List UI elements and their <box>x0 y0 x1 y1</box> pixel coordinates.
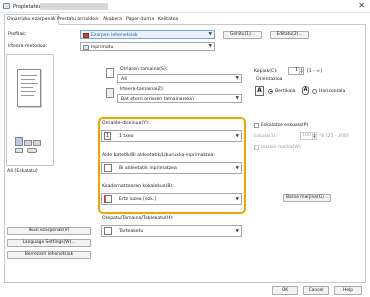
page-size-value: A4 <box>121 76 128 82</box>
edit-profile-button[interactable]: Editatu(2)... <box>270 31 309 39</box>
view-settings-button[interactable]: Ikusi ezarpenak(V) <box>7 227 91 235</box>
chevron-down-icon: ▼ <box>235 133 239 139</box>
binding-location-select[interactable]: Ertz luzea [ezk.] ▼ <box>101 193 242 205</box>
page-size-select[interactable]: A4 ▼ <box>117 74 242 83</box>
output-size-icon <box>106 88 114 98</box>
staple-icon[interactable] <box>33 140 41 146</box>
tab-page-setup[interactable]: Prestatu orrialdea <box>55 15 100 25</box>
ok-button[interactable]: OK <box>272 286 298 295</box>
preview-page <box>17 69 41 107</box>
tab-quality[interactable]: Kalitatea <box>156 15 180 25</box>
printer-icon <box>3 3 10 9</box>
duplex-label: Alde batetik/Bi aldeetatik/Liburuxka-inp… <box>102 153 215 158</box>
profile-icon <box>83 32 89 38</box>
binding-location-value: Ertz luzea [ezk.] <box>119 197 157 202</box>
collate-icon[interactable] <box>24 140 32 146</box>
stapling-select[interactable]: Tarteaketu ▼ <box>101 225 242 237</box>
cancel-button[interactable]: Cancel <box>303 286 329 295</box>
profile-value: Ezarpen lehenetsiak <box>91 32 138 38</box>
profile-select[interactable]: Ezarpen lehenetsiak ▼ <box>80 30 215 39</box>
landscape-label: Horizontala <box>319 89 346 94</box>
chevron-down-icon: ▼ <box>208 43 212 49</box>
stapling-icon <box>104 227 112 235</box>
profile-label: Profilak: <box>8 32 27 37</box>
output-size-value: Bat etorri orriaren tamainarekin <box>121 96 195 102</box>
chevron-down-icon: ▼ <box>235 75 239 81</box>
tab-basic-settings[interactable]: Oinarrizko ezarpenak <box>4 14 59 25</box>
add-profile-button[interactable]: Gehitu(1)... <box>223 31 262 39</box>
redacted-printer-name <box>40 3 108 10</box>
restore-defaults-button[interactable]: Berrezarri lehenetsiak <box>7 251 91 259</box>
page-size-icon <box>106 68 114 78</box>
gutter-button[interactable]: Barne marjina(G)... <box>283 194 331 202</box>
orientation-label: Orientazioa <box>256 77 283 82</box>
output-method-select[interactable]: Inprimatu ▼ <box>80 42 215 51</box>
binding-icon <box>104 195 112 203</box>
stapling-label: Orepatu/Tamaina/Tablekatu(H): <box>102 216 174 221</box>
duplex-value: Bi aldeetatik inprimatzea <box>119 166 177 171</box>
chevron-down-icon: ▼ <box>208 31 212 37</box>
preview-line <box>21 83 38 84</box>
duplex-icon <box>104 164 112 172</box>
copies-stepper[interactable]: 1 ▲ ▼ <box>288 67 304 75</box>
binding-location-label: Koadernatzearen kokalekua(B): <box>102 184 174 189</box>
close-icon[interactable]: ✕ <box>358 1 365 10</box>
chevron-down-icon: ▼ <box>235 165 239 171</box>
title-bar: Propietateak: ✕ <box>0 0 370 13</box>
scale-label: Eskala(1): <box>254 134 277 139</box>
portrait-radio[interactable] <box>268 88 273 94</box>
output-method-value: Inprimatu <box>91 44 114 50</box>
tab-strip: Oinarrizko ezarpenak Prestatu orrialdea … <box>4 14 366 25</box>
preview-thumbnails <box>15 137 47 157</box>
scale-value: 100 <box>302 133 311 138</box>
copies-label: Kopiak(C): <box>254 69 278 74</box>
finisher-icon[interactable] <box>27 148 37 153</box>
landscape-radio[interactable] <box>312 88 317 94</box>
page-layout-label: Orrialde-diseinua(Y): <box>102 121 150 126</box>
chevron-down-icon: ▼ <box>235 95 239 101</box>
page-layout-value: 1 txeo <box>119 134 134 139</box>
copies-range: [1 - ∞] <box>307 69 322 74</box>
landscape-icon: A <box>302 86 309 95</box>
preview-line <box>21 87 33 88</box>
orientation-preview-icon: A <box>255 86 264 96</box>
language-settings-button[interactable]: Language Settings(W)... <box>7 239 91 247</box>
document-icon[interactable] <box>15 137 23 146</box>
preview-line <box>21 75 37 76</box>
spin-arrows-icon[interactable]: ▲ ▼ <box>299 68 303 74</box>
preview-line <box>21 79 35 80</box>
preview-caption: A4 [Eskalatu] <box>7 169 38 174</box>
spin-arrows-icon[interactable]: ▲ ▼ <box>312 133 316 139</box>
output-size-select[interactable]: Bat etorri orriaren tamainarekin ▼ <box>117 94 242 103</box>
preview-line <box>21 95 34 96</box>
manual-scaling-checkbox[interactable] <box>254 123 259 128</box>
page-size-label: Orriaren tamaina(S): <box>120 67 168 72</box>
dialog-footer: OK Cancel Help <box>0 284 370 297</box>
output-size-label: Irteera-tamaina(Z): <box>120 87 165 92</box>
manual-scaling-label: Eskalatze eskuala(P) <box>261 123 309 128</box>
printer-icon <box>83 44 89 50</box>
watermark-label: Iruzkin-marka(W) <box>261 145 301 150</box>
tray-icon[interactable] <box>15 148 23 153</box>
scale-stepper[interactable]: 100 ▲ ▼ <box>300 132 317 140</box>
chevron-down-icon: ▼ <box>235 228 239 234</box>
tab-finishing[interactable]: Akabera <box>101 15 124 25</box>
help-button[interactable]: Help <box>334 286 362 295</box>
tab-paper-source[interactable]: Paper-iturria <box>124 15 156 25</box>
page-preview <box>6 54 54 166</box>
preview-line <box>21 91 36 92</box>
duplex-select[interactable]: Bi aldeetatik inprimatzea ▼ <box>101 162 242 174</box>
scale-range: % [25 - 200] <box>320 134 349 139</box>
watermark-checkbox[interactable] <box>254 145 259 150</box>
page-layout-select[interactable]: 1 1 txeo ▼ <box>101 130 242 142</box>
portrait-label: Bertikala <box>275 89 296 94</box>
output-method-label: Irteera-metodoa: <box>8 44 48 49</box>
stapling-value: Tarteaketu <box>119 229 144 234</box>
page-layout-icon: 1 <box>104 132 111 140</box>
chevron-down-icon: ▼ <box>235 196 239 202</box>
copies-value: 1 <box>295 68 298 73</box>
